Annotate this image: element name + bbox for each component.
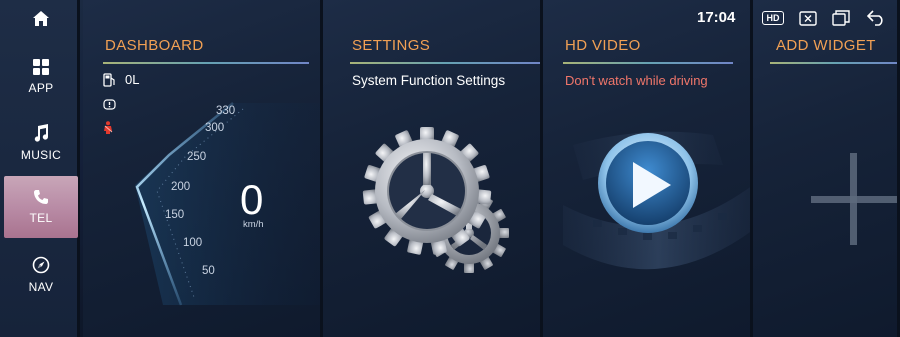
fuel-pump-icon xyxy=(103,72,115,87)
tire-row xyxy=(103,99,116,110)
sidebar-item-label: MUSIC xyxy=(20,148,62,162)
hd-button[interactable]: HD xyxy=(761,9,785,27)
sidebar: APP MUSIC TEL NAV xyxy=(0,0,80,337)
panel-title: SETTINGS xyxy=(352,37,431,54)
sidebar-item-tel[interactable]: TEL xyxy=(4,176,78,238)
back-button[interactable] xyxy=(866,9,886,27)
panel-subtitle: System Function Settings xyxy=(352,73,506,88)
gauge-tick-label: 100 xyxy=(183,237,203,249)
title-divider xyxy=(563,62,733,64)
settings-panel[interactable]: SETTINGS System Function Settings xyxy=(323,0,543,337)
gauge-tick-label: 200 xyxy=(171,181,191,193)
home-icon xyxy=(33,10,49,26)
clock: 17:04 xyxy=(697,9,736,26)
windows-button[interactable] xyxy=(831,9,851,27)
hd-badge-label: HD xyxy=(766,12,780,23)
gauge-tick-label: 50 xyxy=(202,265,215,277)
sidebar-item-music[interactable]: MUSIC xyxy=(4,112,78,174)
music-note-icon xyxy=(34,124,49,142)
title-divider xyxy=(103,62,309,64)
compass-icon xyxy=(32,256,50,274)
gears-icon xyxy=(362,127,509,273)
panel-title: HD VIDEO xyxy=(565,37,641,54)
seatbelt-row xyxy=(103,121,114,135)
car-head-unit-screen: APP MUSIC TEL NAV DASHBOARD 0L 330 300 2… xyxy=(0,0,900,337)
driving-warning: Don't watch while driving xyxy=(565,73,708,88)
panel-title: ADD WIDGET xyxy=(776,37,876,54)
speed-value: 0 xyxy=(240,176,264,223)
close-screen-button[interactable] xyxy=(798,9,818,27)
dashboard-panel[interactable]: DASHBOARD 0L 330 300 250 200 150 100 50 … xyxy=(83,0,323,337)
speed-unit: km/h xyxy=(243,219,264,230)
gauge-tick-label: 330 xyxy=(216,105,236,117)
add-widget-panel[interactable]: ADD WIDGET xyxy=(753,0,900,337)
sidebar-item-label: APP xyxy=(28,81,54,95)
title-divider xyxy=(770,62,900,64)
title-divider xyxy=(350,62,540,64)
grid-icon xyxy=(33,59,49,75)
gauge-tick-label: 250 xyxy=(187,151,207,163)
sidebar-item-label: NAV xyxy=(28,280,54,294)
add-icon[interactable] xyxy=(811,153,900,245)
back-icon xyxy=(866,10,883,26)
panel-title: DASHBOARD xyxy=(105,37,204,54)
fuel-row: 0L xyxy=(103,72,139,87)
close-box-icon xyxy=(799,10,817,26)
phone-icon xyxy=(34,190,48,204)
sidebar-item-app[interactable]: APP xyxy=(4,46,78,108)
hd-video-panel[interactable]: HD VIDEO Don't watch while driving xyxy=(543,0,753,337)
tire-pressure-icon xyxy=(103,99,116,110)
hd-icon: HD xyxy=(762,11,784,25)
windows-icon xyxy=(832,10,850,26)
fuel-value: 0L xyxy=(125,72,140,87)
sidebar-item-nav[interactable]: NAV xyxy=(4,244,78,306)
video-play-icon xyxy=(563,131,753,270)
gauge-tick-label: 150 xyxy=(165,209,185,221)
seatbelt-warning-icon xyxy=(104,121,113,134)
sidebar-item-label: TEL xyxy=(29,211,53,225)
gauge-tick-label: 300 xyxy=(205,122,225,134)
home-button[interactable] xyxy=(26,4,56,32)
